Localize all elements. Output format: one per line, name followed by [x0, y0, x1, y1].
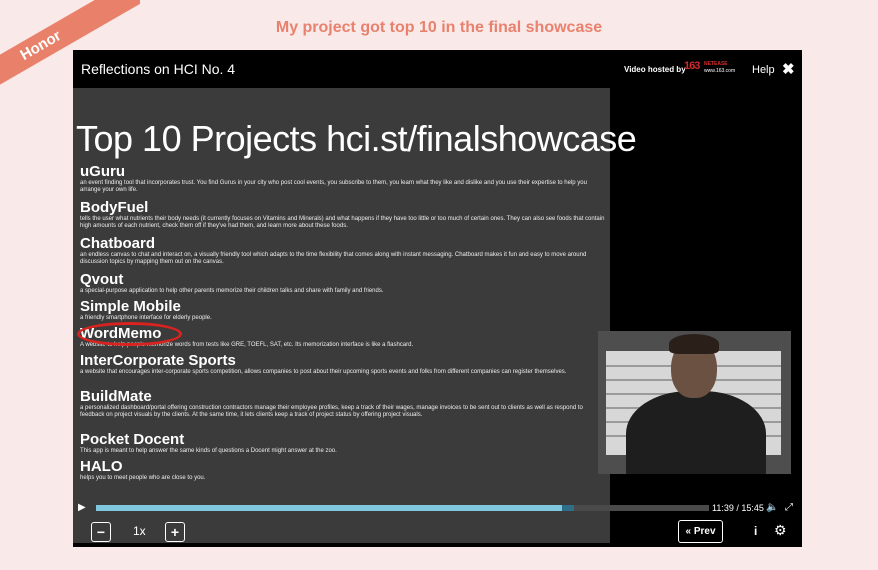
project-item-uguru: uGuru an event finding tool that incorpo… [80, 164, 605, 194]
speed-increase-button[interactable]: + [165, 522, 185, 542]
project-name: BuildMate [80, 388, 152, 405]
project-desc: a friendly smartphone interface for elde… [80, 315, 212, 321]
project-item-simple-mobile: Simple Mobile a friendly smartphone inte… [80, 299, 605, 322]
project-name: Chatboard [80, 235, 155, 252]
project-desc: helps you to meet people who are close t… [80, 475, 206, 481]
hosted-by-label: Video hosted by [624, 65, 686, 74]
slide-title: Top 10 Projects hci.st/finalshowcase [76, 118, 637, 159]
project-item-buildmate: BuildMate a personalized dashboard/porta… [80, 389, 605, 419]
time-readout: 11:39 / 15:45 [712, 503, 764, 513]
project-item-halo: HALO helps you to meet people who are cl… [80, 459, 605, 482]
video-title: Reflections on HCI No. 4 [81, 61, 236, 77]
project-desc: a personalized dashboard/portal offering… [80, 405, 583, 418]
presenter-hair [669, 334, 719, 354]
video-player[interactable]: Reflections on HCI No. 4 Video hosted by… [73, 50, 802, 547]
project-name: Qvout [80, 271, 124, 288]
player-topbar: Reflections on HCI No. 4 Video hosted by… [73, 50, 802, 88]
project-name: HALO [80, 458, 123, 475]
project-desc: an endless canvas to chat and interact o… [80, 252, 587, 265]
logo-domain: www.163.com [704, 68, 736, 74]
project-desc: This app is meant to help answer the sam… [80, 448, 337, 454]
project-desc: an event finding tool that incorporates … [80, 180, 587, 193]
info-icon[interactable]: i [754, 524, 757, 538]
highlight-circle [77, 322, 182, 346]
progress-bar-row: ▶ 11:39 / 15:45 🔈 ⤢ [73, 502, 802, 514]
project-item-wordmemo: WordMemo A website to help people memori… [77, 322, 605, 349]
project-name: Pocket Docent [80, 431, 185, 448]
project-item-chatboard: Chatboard an endless canvas to chat and … [80, 236, 605, 266]
webcam-overlay [598, 331, 791, 474]
progress-track[interactable] [96, 505, 709, 511]
prev-button[interactable]: « Prev [678, 520, 723, 543]
presenter-body [626, 391, 766, 474]
close-icon[interactable]: ✖ [782, 60, 795, 78]
logo-brand: NETEASE [704, 61, 728, 67]
played-bar [96, 505, 562, 511]
help-link[interactable]: Help [752, 64, 775, 76]
video-slide: Top 10 Projects hci.st/finalshowcase uGu… [73, 88, 637, 543]
project-name: uGuru [80, 163, 125, 180]
project-name: BodyFuel [80, 199, 149, 216]
play-icon[interactable]: ▶ [78, 502, 86, 513]
project-name: InterCorporate Sports [80, 352, 236, 369]
page-headline: My project got top 10 in the final showc… [275, 19, 603, 36]
project-desc: a special-purpose application to help ot… [80, 288, 384, 294]
project-desc: tells the user what nutrients their body… [80, 216, 605, 229]
playback-speed: 1x [133, 524, 146, 538]
fullscreen-icon[interactable]: ⤢ [785, 502, 793, 513]
project-item-bodyfuel: BodyFuel tells the user what nutrients t… [80, 200, 605, 230]
speed-decrease-button[interactable]: − [91, 522, 111, 542]
project-desc: a website that encourages inter-corporat… [80, 369, 567, 375]
project-item-qvout: Qvout a special-purpose application to h… [80, 272, 605, 295]
gear-icon[interactable]: ⚙ [774, 522, 787, 539]
volume-icon[interactable]: 🔈 [766, 502, 778, 513]
project-item-pocket-docent: Pocket Docent This app is meant to help … [80, 432, 605, 455]
netease-logo[interactable]: 163 NETEASE www.163.com [684, 60, 736, 76]
logo-number: 163 [684, 60, 700, 72]
project-name: Simple Mobile [80, 298, 181, 315]
project-item-intercorporate-sports: InterCorporate Sports a website that enc… [80, 353, 605, 376]
